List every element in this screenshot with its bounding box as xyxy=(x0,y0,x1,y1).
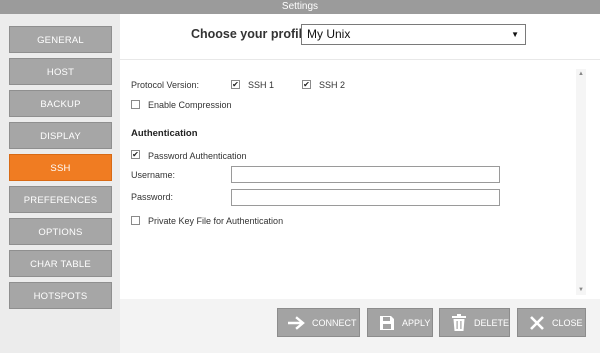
profile-label: Choose your profile: xyxy=(191,27,314,41)
arrow-right-icon xyxy=(286,313,308,333)
sidebar-item-ssh[interactable]: SSH xyxy=(9,154,112,181)
apply-button[interactable]: APPLY xyxy=(367,308,433,337)
vertical-scrollbar[interactable]: ▲ ▼ xyxy=(576,69,586,295)
protocol-version-label: Protocol Version: xyxy=(131,80,200,90)
delete-label: DELETE xyxy=(473,317,509,328)
compression-label: Enable Compression xyxy=(148,100,232,110)
sidebar-item-backup[interactable]: BACKUP xyxy=(9,90,112,117)
scroll-up-icon[interactable]: ▲ xyxy=(576,71,586,77)
profile-select[interactable]: My Unix ▼ xyxy=(301,24,526,45)
ssh-settings-panel: Protocol Version: ✔ SSH 1 ✔ SSH 2 Enable… xyxy=(120,68,590,296)
authentication-header: Authentication xyxy=(131,128,198,139)
ssh1-checkbox[interactable]: ✔ xyxy=(231,80,240,89)
username-input[interactable] xyxy=(231,166,500,183)
chevron-down-icon: ▼ xyxy=(511,30,519,39)
compression-checkbox[interactable] xyxy=(131,100,140,109)
sidebar-item-char-table[interactable]: CHAR TABLE xyxy=(9,250,112,277)
ssh2-label: SSH 2 xyxy=(319,80,346,90)
password-auth-label: Password Authentication xyxy=(148,151,247,161)
close-button[interactable]: CLOSE xyxy=(517,308,586,337)
private-key-label: Private Key File for Authentication xyxy=(148,216,284,226)
sidebar-item-host[interactable]: HOST xyxy=(9,58,112,85)
ssh2-checkbox[interactable]: ✔ xyxy=(302,80,311,89)
connect-label: CONNECT xyxy=(312,317,357,328)
connect-button[interactable]: CONNECT xyxy=(277,308,360,337)
private-key-checkbox[interactable] xyxy=(131,216,140,225)
ssh1-label: SSH 1 xyxy=(248,80,275,90)
close-label: CLOSE xyxy=(552,317,583,328)
sidebar-item-hotspots[interactable]: HOTSPOTS xyxy=(9,282,112,309)
window-title: Settings xyxy=(0,0,600,14)
password-auth-checkbox[interactable]: ✔ xyxy=(131,150,140,159)
username-label: Username: xyxy=(131,170,176,180)
sidebar-item-preferences[interactable]: PREFERENCES xyxy=(9,186,112,213)
action-bar: CONNECT APPLY DELETE CLOSE xyxy=(120,299,600,353)
scroll-down-icon[interactable]: ▼ xyxy=(576,287,586,293)
floppy-disk-icon xyxy=(376,313,398,333)
sidebar-item-general[interactable]: GENERAL xyxy=(9,26,112,53)
profile-row: Choose your profile: My Unix ▼ xyxy=(120,24,600,46)
profile-selected-value: My Unix xyxy=(307,27,351,41)
trash-icon xyxy=(448,313,470,333)
sidebar-item-options[interactable]: OPTIONS xyxy=(9,218,112,245)
apply-label: APPLY xyxy=(402,317,431,328)
password-label: Password: xyxy=(131,192,174,202)
x-icon xyxy=(526,313,548,333)
sidebar-item-display[interactable]: DISPLAY xyxy=(9,122,112,149)
divider xyxy=(120,59,600,60)
password-input[interactable] xyxy=(231,189,500,206)
sidebar: GENERAL HOST BACKUP DISPLAY SSH PREFEREN… xyxy=(0,14,120,353)
delete-button[interactable]: DELETE xyxy=(439,308,510,337)
